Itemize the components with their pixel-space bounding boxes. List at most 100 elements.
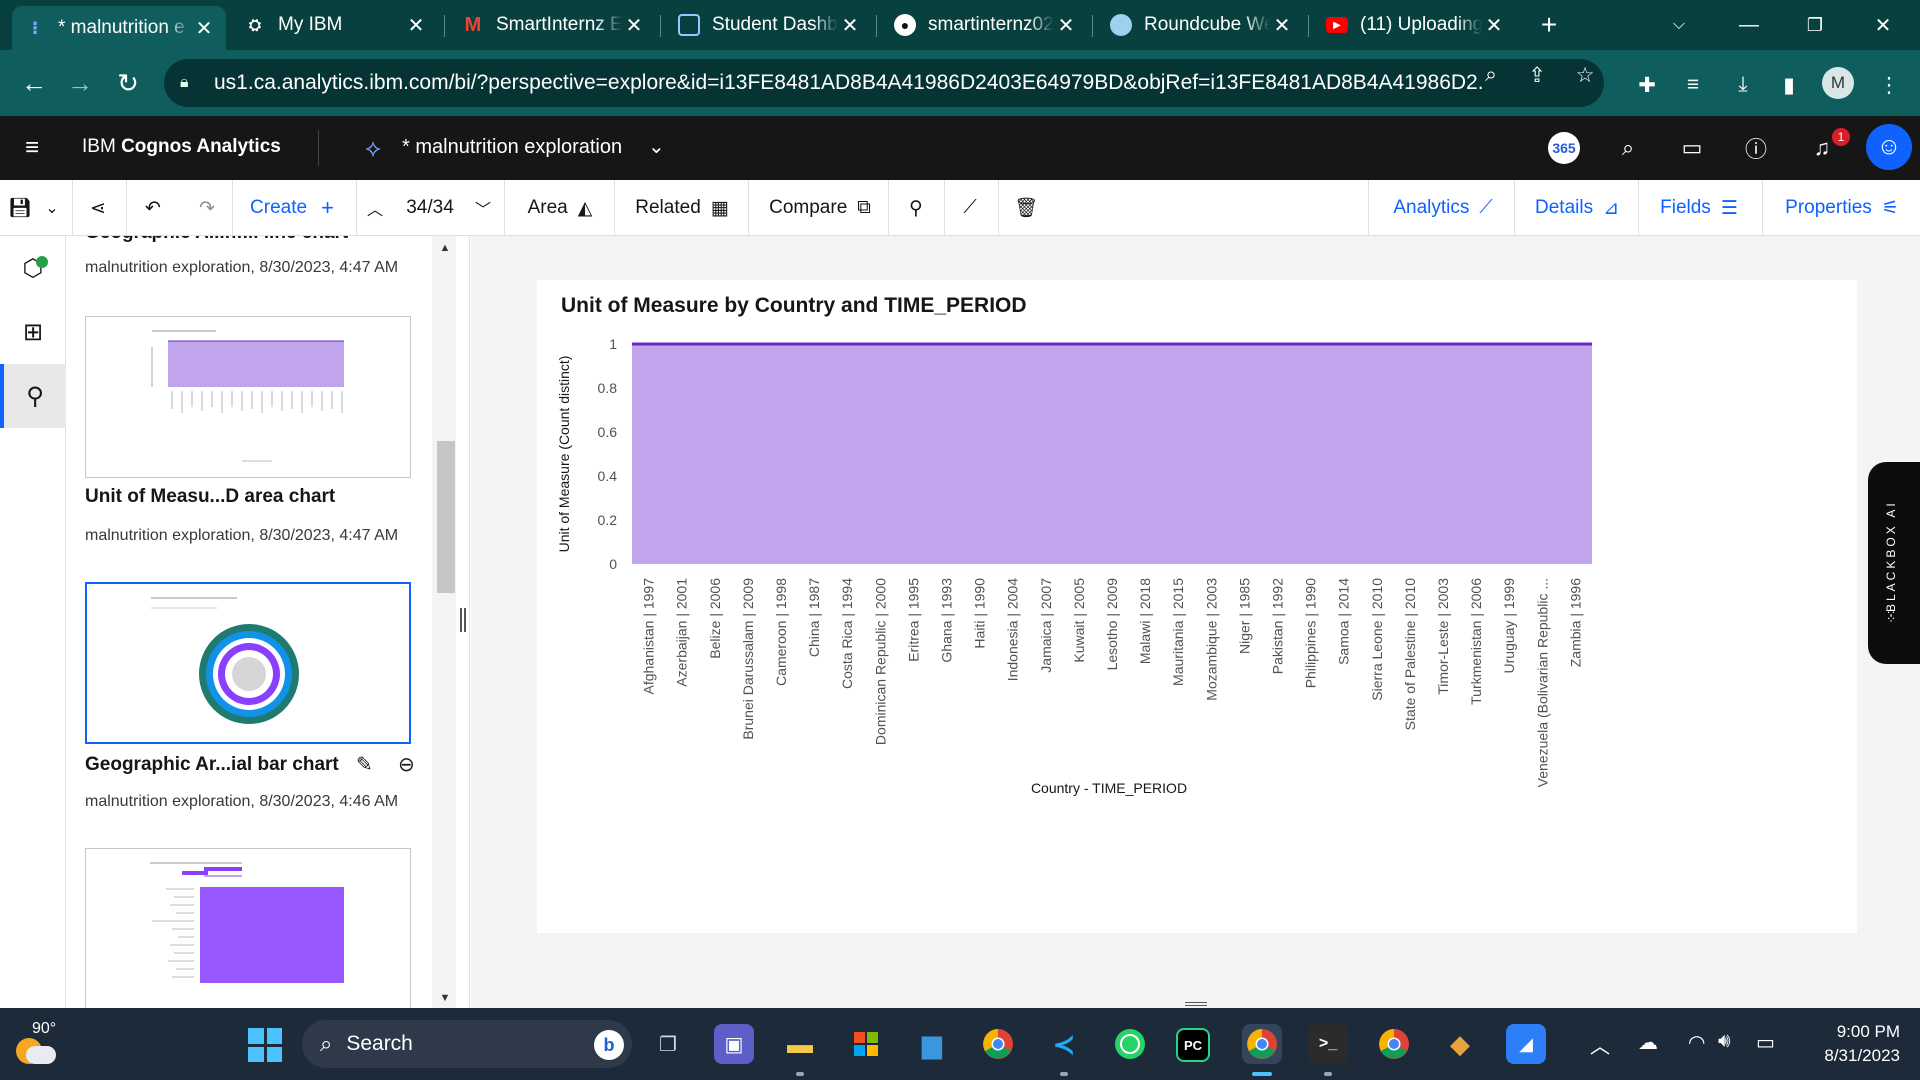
- file-explorer-icon[interactable]: ▬: [780, 1024, 820, 1064]
- close-icon[interactable]: ✕: [838, 13, 862, 38]
- hamburger-menu-icon[interactable]: ≡: [16, 132, 48, 164]
- close-icon[interactable]: ✕: [1270, 13, 1294, 38]
- side-panel-icon[interactable]: ▮: [1774, 70, 1804, 100]
- bing-icon[interactable]: b: [594, 1030, 624, 1060]
- teams-chat-icon[interactable]: ▣: [714, 1024, 754, 1064]
- snapshot-thumbnail-radial-bar[interactable]: [85, 582, 411, 744]
- weather-widget[interactable]: 90°: [10, 1020, 70, 1068]
- remove-icon[interactable]: ⊖: [398, 752, 415, 777]
- browser-tab-student-dashboard[interactable]: Student Dashb ✕: [666, 8, 872, 42]
- canvas-resize-grip[interactable]: [1185, 1002, 1207, 1006]
- whatsapp-icon[interactable]: [1110, 1024, 1150, 1064]
- chrome-icon[interactable]: [978, 1024, 1018, 1064]
- download-icon[interactable]: ⤓: [1728, 70, 1758, 100]
- new-tab-button[interactable]: +: [1526, 8, 1572, 42]
- chrome-alt-icon[interactable]: [1374, 1024, 1414, 1064]
- data-sources-icon[interactable]: ⬡: [0, 236, 66, 300]
- window-close-button[interactable]: ✕: [1860, 8, 1906, 42]
- browser-tab-gmail[interactable]: M SmartInternz E ✕: [450, 8, 656, 42]
- chevron-down-icon[interactable]: ⌄: [648, 134, 665, 159]
- search-icon[interactable]: ⌕: [1610, 130, 1646, 166]
- snapshot-thumbnail-area-chart[interactable]: [85, 316, 411, 478]
- back-button[interactable]: ←: [14, 63, 54, 103]
- system-clock[interactable]: 9:00 PM 8/31/2023: [1790, 1020, 1900, 1068]
- profile-avatar[interactable]: M: [1822, 67, 1854, 99]
- previous-chevron-up-icon[interactable]: ︿: [360, 180, 390, 236]
- redo-icon[interactable]: ↷: [190, 180, 224, 236]
- browser-tab-myibm[interactable]: ⛭ My IBM ✕: [232, 8, 438, 42]
- properties-button[interactable]: Properties ⚟: [1768, 180, 1916, 236]
- close-icon[interactable]: ✕: [192, 16, 216, 41]
- notepad-icon[interactable]: ▆: [912, 1024, 952, 1064]
- share-icon[interactable]: ⋖: [82, 180, 114, 236]
- terminal-icon[interactable]: >_: [1308, 1024, 1348, 1064]
- panel-scrollbar-thumb[interactable]: [437, 441, 455, 593]
- analytics-button[interactable]: Analytics ⟋: [1376, 180, 1510, 236]
- share-icon[interactable]: ⇪: [1522, 60, 1552, 90]
- panel-resize-handle[interactable]: [460, 608, 466, 632]
- zoom-icon[interactable]: ⌕: [1476, 60, 1506, 90]
- snapshot-thumbnail-bar-chart[interactable]: [85, 848, 411, 1008]
- bookmark-star-icon[interactable]: ☆: [1570, 60, 1600, 90]
- panel-scrollbar[interactable]: [432, 236, 456, 1008]
- tab-search-chevron-icon[interactable]: ⌵: [1656, 8, 1702, 42]
- windows-start-icon[interactable]: [248, 1028, 282, 1062]
- microsoft-store-icon[interactable]: [846, 1024, 886, 1064]
- address-bar[interactable]: 🔒︎ us1.ca.analytics.ibm.com/bi/?perspect…: [164, 59, 1604, 107]
- forward-button[interactable]: →: [60, 63, 100, 103]
- close-icon[interactable]: ✕: [1054, 13, 1078, 38]
- snapshot-title[interactable]: Geographic A...nfill line chart: [85, 236, 348, 244]
- tray-chevron-up-icon[interactable]: ︿: [1590, 1030, 1610, 1059]
- browser-tab-youtube[interactable]: ▶ (11) Uploading ✕: [1314, 8, 1516, 42]
- photos-icon[interactable]: ◢: [1506, 1024, 1546, 1064]
- browser-tab-cognos[interactable]: ⁝ * malnutrition e ✕: [12, 6, 226, 50]
- scroll-up-arrow-icon[interactable]: ▲: [436, 240, 454, 256]
- restore-button[interactable]: ❐: [1792, 8, 1838, 42]
- chrome-profile-icon[interactable]: [1242, 1024, 1282, 1064]
- visualization-type-button[interactable]: Area ◭: [510, 180, 610, 236]
- compare-button[interactable]: Compare ⧉: [756, 180, 884, 236]
- media-icon[interactable]: ≡: [1678, 70, 1708, 100]
- save-icon[interactable]: 💾︎: [4, 180, 36, 236]
- close-icon[interactable]: ✕: [1482, 13, 1506, 38]
- pycharm-icon[interactable]: PC: [1176, 1028, 1210, 1062]
- next-chevron-down-icon[interactable]: ﹀: [468, 180, 498, 236]
- hierarchy-icon[interactable]: ⊞: [0, 300, 66, 364]
- vscode-icon[interactable]: ≺: [1044, 1024, 1084, 1064]
- battery-icon[interactable]: ▭: [1756, 1030, 1775, 1055]
- volume-icon[interactable]: 🔊︎: [1718, 1030, 1731, 1053]
- save-chevron-down-icon[interactable]: ⌄: [40, 180, 64, 236]
- reload-button[interactable]: ↻: [108, 63, 148, 103]
- git-kraken-icon[interactable]: ◆: [1440, 1024, 1480, 1064]
- browser-tab-github[interactable]: ● smartinternz02 ✕: [882, 8, 1088, 42]
- browser-tab-roundcube[interactable]: Roundcube We ✕: [1098, 8, 1304, 42]
- close-icon[interactable]: ✕: [404, 13, 428, 38]
- snapshot-title[interactable]: Geographic Ar...ial bar chart: [85, 754, 339, 776]
- scroll-down-arrow-icon[interactable]: ▼: [436, 990, 454, 1006]
- trend-icon[interactable]: ⟋: [952, 180, 988, 236]
- extensions-icon[interactable]: ✚: [1632, 70, 1662, 100]
- chat-icon[interactable]: ▭: [1674, 130, 1710, 166]
- task-view-icon[interactable]: ❐: [648, 1024, 688, 1064]
- snapshots-pin-icon[interactable]: ⚲: [0, 364, 66, 428]
- close-icon[interactable]: ✕: [622, 13, 646, 38]
- user-avatar-icon[interactable]: ☺: [1866, 124, 1912, 170]
- fields-button[interactable]: Fields ☰: [1648, 180, 1750, 236]
- document-title[interactable]: * malnutrition exploration: [402, 136, 622, 159]
- taskbar-search[interactable]: ⌕ Search b: [302, 1020, 632, 1068]
- blackbox-ai-widget[interactable]: BLACKBOX AI ⁘ ⁘: [1868, 462, 1920, 664]
- delete-icon[interactable]: 🗑︎: [1008, 180, 1044, 236]
- undo-icon[interactable]: ↶: [136, 180, 170, 236]
- edit-pencil-icon[interactable]: ✎: [356, 752, 373, 777]
- 365-badge[interactable]: 365: [1548, 132, 1580, 164]
- minimize-button[interactable]: —: [1726, 8, 1772, 42]
- browser-menu-icon[interactable]: ⋮: [1874, 70, 1904, 100]
- related-button[interactable]: Related ▦: [622, 180, 742, 236]
- create-button[interactable]: Create +: [240, 180, 344, 236]
- pin-icon[interactable]: ⚲: [898, 180, 934, 236]
- help-icon[interactable]: ⓘ: [1738, 130, 1774, 166]
- onedrive-cloud-icon[interactable]: ☁: [1638, 1030, 1658, 1055]
- details-button[interactable]: Details ⊿: [1520, 180, 1634, 236]
- snapshot-title[interactable]: Unit of Measu...D area chart: [85, 486, 335, 508]
- visualization-card[interactable]: 0 0.2 0.4 0.6 0.8 1 Afghanistan | 1997 Azerbaij…: [537, 280, 1857, 933]
